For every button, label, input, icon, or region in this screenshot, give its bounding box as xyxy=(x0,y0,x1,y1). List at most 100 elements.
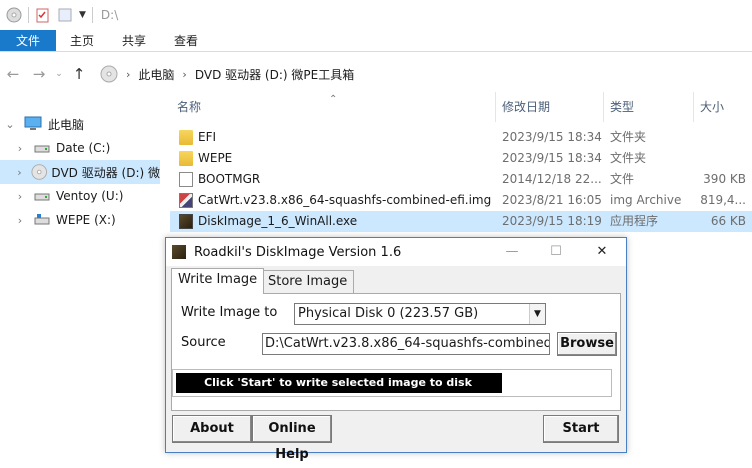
expanded-chevron-icon[interactable]: ⌄ xyxy=(4,118,16,131)
drive-icon xyxy=(34,145,50,153)
sort-ascending-icon: ⌃ xyxy=(329,94,338,105)
collapsed-chevron-icon[interactable]: › xyxy=(14,214,26,227)
column-header-name[interactable]: 名称 xyxy=(177,92,201,122)
dialog-title: Roadkil's DiskImage Version 1.6 xyxy=(194,244,402,260)
dvd-drive-icon xyxy=(31,164,47,180)
tab-home[interactable]: 主页 xyxy=(56,30,108,51)
file-row[interactable]: CatWrt.v23.8.x86_64-squashfs-combined-ef… xyxy=(170,190,752,211)
file-row[interactable]: BOOTMGR 2014/12/18 22... 文件 390 KB xyxy=(170,169,752,190)
file-date: 2014/12/18 22... xyxy=(502,172,602,186)
file-name: CatWrt.v23.8.x86_64-squashfs-combined-ef… xyxy=(198,193,492,207)
tab-view[interactable]: 查看 xyxy=(160,30,212,51)
collapsed-chevron-icon[interactable]: › xyxy=(14,142,26,155)
file-row[interactable]: WEPE 2023/9/15 18:34 文件夹 xyxy=(170,148,752,169)
write-to-label: Write Image to xyxy=(181,305,278,320)
collapsed-chevron-icon[interactable]: › xyxy=(14,190,26,203)
up-arrow-icon[interactable]: ↑ xyxy=(66,65,92,83)
sidebar-item-wepe-x[interactable]: › WEPE (X:) xyxy=(0,208,160,232)
breadcrumb-dvd-drive[interactable]: DVD 驱动器 (D:) 微PE工具箱 xyxy=(195,66,354,83)
sidebar-item-label: DVD 驱动器 (D:) 微 xyxy=(51,165,160,180)
breadcrumb-separator-icon: › xyxy=(182,67,187,81)
properties-icon[interactable] xyxy=(35,7,51,23)
dialog-titlebar[interactable]: Roadkil's DiskImage Version 1.6 — ☐ ✕ xyxy=(166,238,626,266)
about-button[interactable]: About xyxy=(172,415,252,443)
file-size: 66 KB xyxy=(710,214,746,228)
file-name: WEPE xyxy=(198,151,233,165)
ribbon-tabs: 文件 主页 共享 查看 xyxy=(0,30,752,52)
column-header-size[interactable]: 大小 xyxy=(700,92,724,122)
diskimage-dialog: Roadkil's DiskImage Version 1.6 — ☐ ✕ Wr… xyxy=(165,237,627,462)
column-header-type[interactable]: 类型 xyxy=(610,92,634,122)
file-name: DiskImage_1_6_WinAll.exe xyxy=(198,214,358,228)
address-bar: ← → ⌄ ↑ › 此电脑 › DVD 驱动器 (D:) 微PE工具箱 xyxy=(0,56,752,92)
file-type: 文件夹 xyxy=(610,151,647,165)
drive-icon xyxy=(34,193,50,201)
disk-select[interactable]: Physical Disk 0 (223.57 GB) ▼ xyxy=(294,303,546,325)
sidebar-item-this-pc[interactable]: ⌄ 此电脑 xyxy=(0,112,160,136)
sidebar-item-label: Ventoy (U:) xyxy=(56,189,124,203)
start-button[interactable]: Start xyxy=(543,415,619,443)
tab-store-image[interactable]: Store Image xyxy=(261,270,355,294)
dvd-drive-icon xyxy=(100,65,118,83)
disk-select-value: Physical Disk 0 (223.57 GB) xyxy=(298,306,479,321)
file-row[interactable]: EFI 2023/9/15 18:34 文件夹 xyxy=(170,127,752,148)
column-header-date[interactable]: 修改日期 xyxy=(502,92,550,122)
divider xyxy=(91,7,93,23)
progress-status-text: Click 'Start' to write selected image to… xyxy=(204,376,472,389)
divider xyxy=(28,7,29,23)
column-divider[interactable] xyxy=(693,92,694,122)
source-input[interactable]: D:\CatWrt.v23.8.x86_64-squashfs-combined… xyxy=(262,333,550,355)
file-type: img Archive xyxy=(610,193,682,207)
dropdown-arrow-icon[interactable]: ▼ xyxy=(529,304,545,324)
exe-icon xyxy=(179,214,193,229)
browse-button[interactable]: Browse xyxy=(557,332,617,356)
customize-quick-access-icon[interactable]: ▼ xyxy=(79,10,86,20)
file-date: 2023/9/15 18:34 xyxy=(502,130,602,144)
source-label: Source xyxy=(181,335,226,350)
sidebar-item-date-c[interactable]: › Date (C:) xyxy=(0,136,160,160)
file-size: 819,4... xyxy=(700,193,746,207)
sidebar-item-dvd-drive[interactable]: › DVD 驱动器 (D:) 微 xyxy=(0,160,160,184)
breadcrumb-this-pc[interactable]: 此电脑 xyxy=(138,66,174,83)
file-name: EFI xyxy=(198,130,217,144)
forward-arrow-icon[interactable]: → xyxy=(26,65,52,83)
computer-icon xyxy=(24,116,42,130)
file-size: 390 KB xyxy=(703,172,746,186)
file-row[interactable]: DiskImage_1_6_WinAll.exe 2023/9/15 18:19… xyxy=(170,211,752,232)
tab-file[interactable]: 文件 xyxy=(0,30,57,51)
sidebar-item-label: WEPE (X:) xyxy=(56,213,116,227)
file-type: 应用程序 xyxy=(610,214,659,228)
diskimage-app-icon xyxy=(172,245,186,259)
sidebar-item-ventoy-u[interactable]: › Ventoy (U:) xyxy=(0,184,160,208)
column-divider[interactable] xyxy=(603,92,604,122)
file-type: 文件夹 xyxy=(610,130,647,144)
column-divider[interactable] xyxy=(495,92,496,122)
close-icon[interactable]: ✕ xyxy=(580,238,624,266)
window-titlebar: ▼ D:\ xyxy=(0,0,752,30)
image-file-icon xyxy=(179,193,193,208)
usb-drive-icon xyxy=(34,214,50,225)
file-date: 2023/9/15 18:34 xyxy=(502,151,602,165)
online-help-button[interactable]: Online Help xyxy=(252,415,332,462)
file-name: BOOTMGR xyxy=(198,172,261,186)
sidebar-item-label: Date (C:) xyxy=(56,141,111,155)
file-date: 2023/8/21 16:05 xyxy=(502,193,602,207)
recent-locations-chevron-icon[interactable]: ⌄ xyxy=(52,69,66,79)
back-arrow-icon[interactable]: ← xyxy=(0,65,26,83)
minimize-icon[interactable]: — xyxy=(490,238,534,266)
sidebar-item-label: 此电脑 xyxy=(48,117,85,132)
folder-icon xyxy=(179,130,193,145)
collapsed-chevron-icon[interactable]: › xyxy=(14,166,25,179)
breadcrumb[interactable]: › 此电脑 › DVD 驱动器 (D:) 微PE工具箱 xyxy=(100,65,354,83)
file-icon xyxy=(179,172,193,187)
file-list: ⌃ 名称 修改日期 类型 大小 EFI 2023/9/15 18:34 文件夹 … xyxy=(170,92,752,232)
file-date: 2023/9/15 18:19 xyxy=(502,214,602,228)
tab-write-image[interactable]: Write Image xyxy=(171,268,265,294)
window-title: D:\ xyxy=(100,8,119,22)
tab-share[interactable]: 共享 xyxy=(108,30,160,51)
folder-icon xyxy=(179,151,193,166)
navigation-pane: ⌄ 此电脑 › Date (C:) › DVD 驱动器 (D:) 微 › Ven… xyxy=(0,110,160,461)
new-folder-icon[interactable] xyxy=(57,7,73,23)
progress-bar: Click 'Start' to write selected image to… xyxy=(172,369,612,397)
maximize-icon[interactable]: ☐ xyxy=(534,238,578,266)
